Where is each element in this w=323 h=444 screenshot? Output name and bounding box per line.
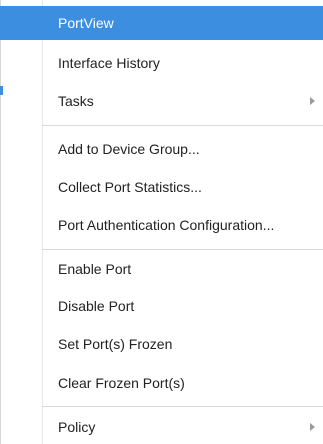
menu-item-collect-port-statistics[interactable]: Collect Port Statistics... bbox=[0, 170, 323, 204]
menu-item-label: Interface History bbox=[58, 55, 160, 71]
menu-item-label: Tasks bbox=[58, 93, 94, 109]
menu-item-label: Set Port(s) Frozen bbox=[58, 336, 173, 352]
menu-item-label: Disable Port bbox=[58, 298, 135, 314]
chevron-right-icon bbox=[310, 423, 315, 431]
menu-separator bbox=[42, 249, 323, 250]
menu-item-set-ports-frozen[interactable]: Set Port(s) Frozen bbox=[0, 327, 323, 361]
menu-item-label: Add to Device Group... bbox=[58, 141, 200, 157]
menu-item-label: PortView bbox=[58, 15, 114, 31]
menu-separator bbox=[42, 125, 323, 126]
menu-item-tasks[interactable]: Tasks bbox=[0, 84, 323, 118]
menu-item-disable-port[interactable]: Disable Port bbox=[0, 289, 323, 323]
menu-item-enable-port[interactable]: Enable Port bbox=[0, 252, 323, 286]
menu-item-clear-frozen-ports[interactable]: Clear Frozen Port(s) bbox=[0, 366, 323, 400]
menu-separator bbox=[42, 406, 323, 407]
menu-item-label: Port Authentication Configuration... bbox=[58, 217, 275, 233]
menu-item-label: Policy bbox=[58, 419, 96, 435]
menu-item-interface-history[interactable]: Interface History bbox=[0, 46, 323, 80]
menu-item-port-authentication-configuration[interactable]: Port Authentication Configuration... bbox=[0, 208, 323, 242]
chevron-right-icon bbox=[310, 97, 315, 105]
menu-item-label: Collect Port Statistics... bbox=[58, 179, 202, 195]
menu-item-label: Clear Frozen Port(s) bbox=[58, 375, 185, 391]
context-menu: PortView Interface History Tasks Add to … bbox=[0, 0, 323, 444]
menu-item-label: Enable Port bbox=[58, 261, 132, 277]
menu-item-policy[interactable]: Policy bbox=[0, 410, 323, 444]
menu-item-add-to-device-group[interactable]: Add to Device Group... bbox=[0, 132, 323, 166]
menu-item-portview[interactable]: PortView bbox=[0, 6, 323, 40]
